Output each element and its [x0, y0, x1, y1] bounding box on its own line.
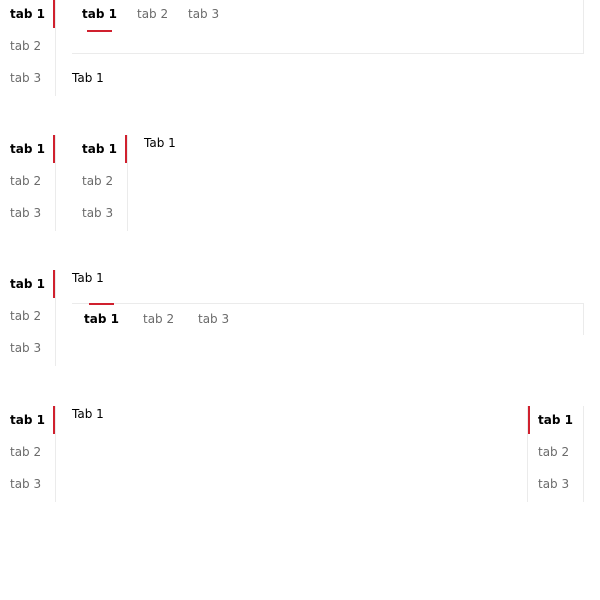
inner-panel-border — [583, 303, 584, 335]
outer-tab-divider — [55, 0, 56, 96]
outer-tab-1[interactable]: tab 1 — [10, 270, 45, 298]
outer-tab-divider — [55, 406, 56, 502]
inner-tab-1[interactable]: tab 1 — [538, 406, 573, 434]
outer-tab-1[interactable]: tab 1 — [10, 406, 45, 434]
outer-tab-3[interactable]: tab 3 — [10, 199, 41, 227]
inner-tab-1[interactable]: tab 1 — [84, 305, 119, 333]
tab-content: Tab 1 — [144, 136, 176, 150]
outer-tab-1[interactable]: tab 1 — [10, 0, 45, 28]
outer-tab-divider — [55, 135, 56, 231]
tab-content: Tab 1 — [72, 407, 104, 421]
outer-tab-3[interactable]: tab 3 — [10, 470, 41, 498]
outer-tab-2[interactable]: tab 2 — [10, 302, 41, 330]
outer-tab-2[interactable]: tab 2 — [10, 32, 41, 60]
tab-content: Tab 1 — [72, 271, 104, 285]
outer-tab-2[interactable]: tab 2 — [10, 438, 41, 466]
inner-tab-3[interactable]: tab 3 — [198, 305, 229, 333]
tab-content: Tab 1 — [72, 71, 104, 85]
inner-tab-3[interactable]: tab 3 — [82, 199, 113, 227]
inner-active-indicator — [87, 30, 112, 32]
inner-tab-2[interactable]: tab 2 — [137, 0, 168, 28]
inner-tab-3[interactable]: tab 3 — [188, 0, 219, 28]
inner-tab-1[interactable]: tab 1 — [82, 135, 117, 163]
outer-tab-divider — [55, 270, 56, 366]
inner-tab-3[interactable]: tab 3 — [538, 470, 569, 498]
inner-tab-2[interactable]: tab 2 — [538, 438, 569, 466]
outer-tab-3[interactable]: tab 3 — [10, 64, 41, 92]
inner-tab-divider — [72, 303, 583, 304]
inner-tab-divider — [127, 135, 128, 231]
inner-panel-border — [583, 0, 584, 54]
inner-tab-2[interactable]: tab 2 — [143, 305, 174, 333]
inner-active-indicator — [528, 406, 530, 434]
outer-tab-2[interactable]: tab 2 — [10, 167, 41, 195]
inner-tab-divider — [72, 53, 583, 54]
outer-tab-1[interactable]: tab 1 — [10, 135, 45, 163]
inner-panel-border — [583, 406, 584, 502]
outer-tab-3[interactable]: tab 3 — [10, 334, 41, 362]
inner-tab-1[interactable]: tab 1 — [82, 0, 117, 28]
inner-tab-2[interactable]: tab 2 — [82, 167, 113, 195]
